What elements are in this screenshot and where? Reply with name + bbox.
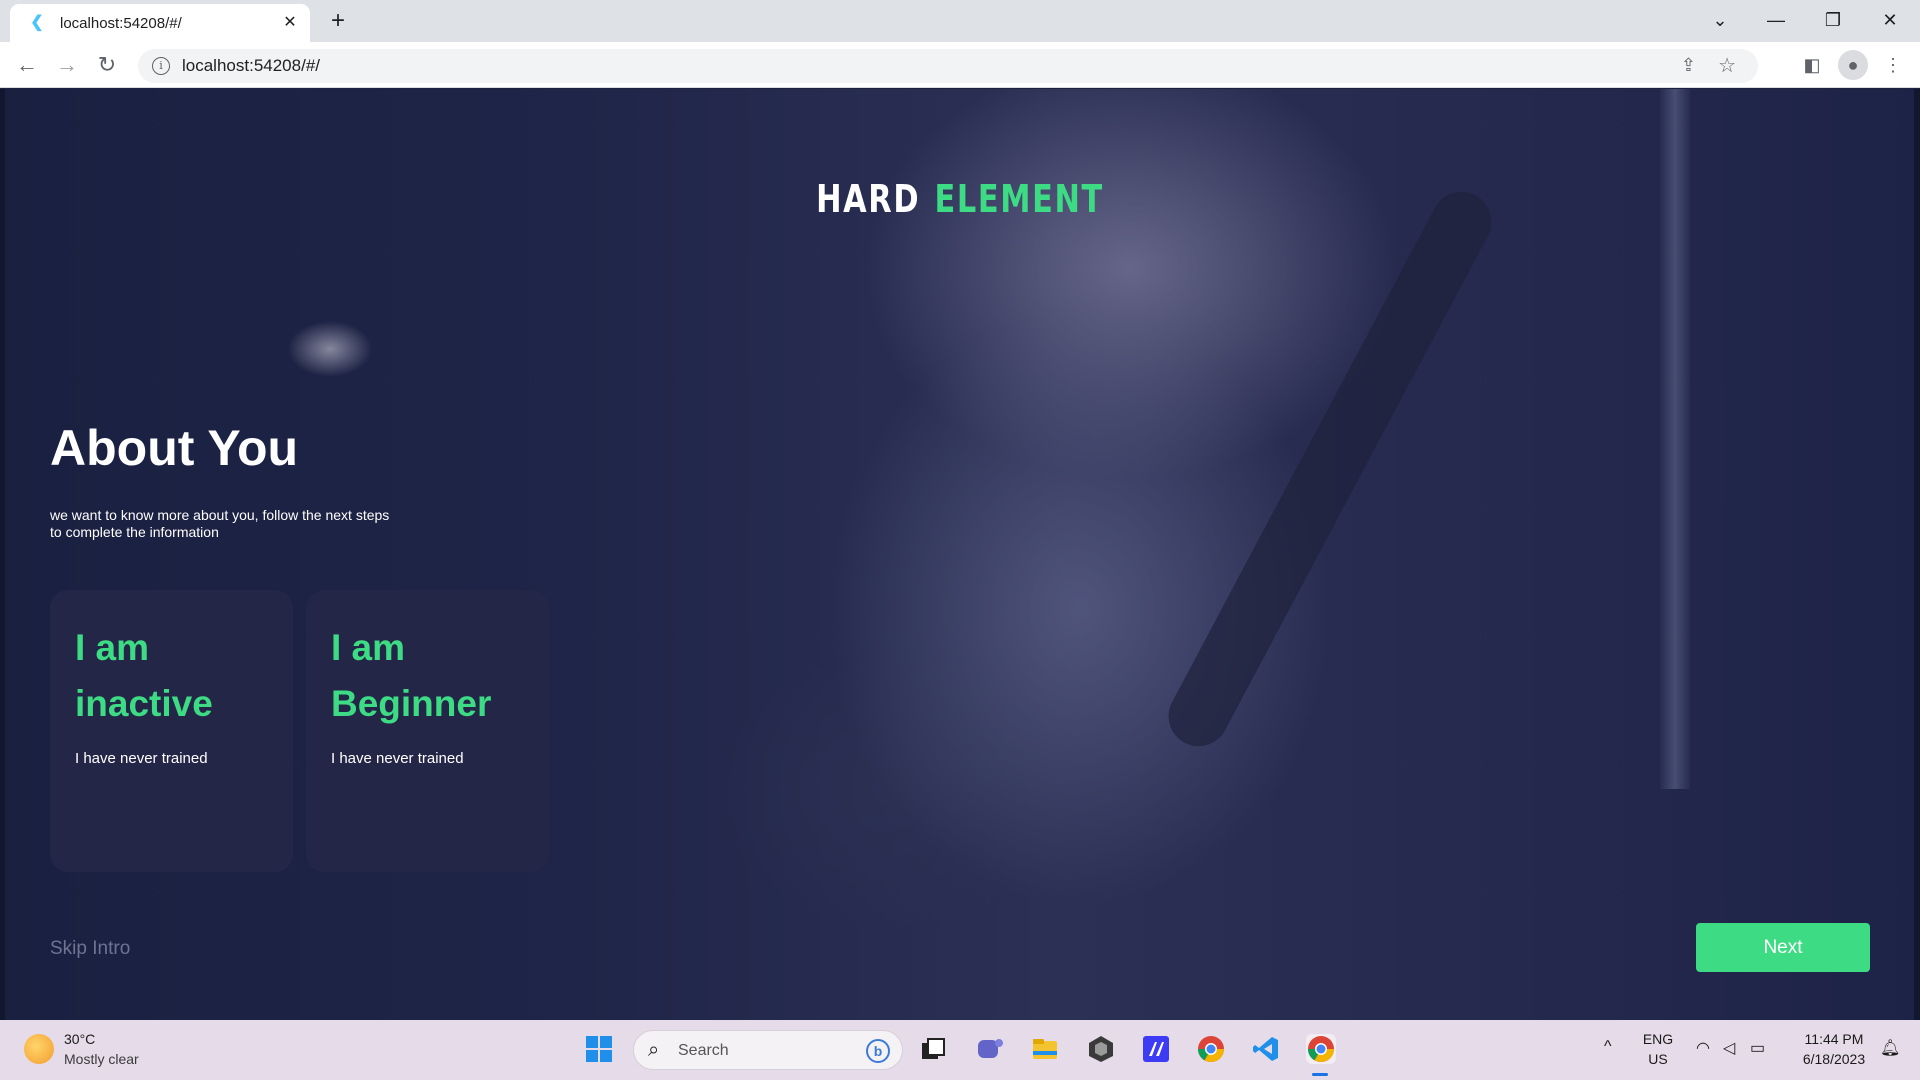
file-explorer-icon[interactable] (1030, 1034, 1060, 1064)
active-app-indicator (1312, 1073, 1328, 1076)
windows-start-icon[interactable] (584, 1034, 614, 1064)
option-card-description: I have never trained (75, 750, 208, 767)
share-icon[interactable]: ⇪ (1681, 55, 1696, 76)
search-icon: ⌕ (648, 1039, 660, 1061)
restore-button[interactable]: ❐ (1813, 6, 1853, 34)
viewport-edge (0, 89, 5, 1020)
address-url[interactable]: localhost:54208/#/ (182, 56, 320, 76)
battery-icon[interactable]: ▭ (1750, 1038, 1765, 1058)
brand-logo: HARD ELEMENT (192, 177, 1728, 221)
close-window-button[interactable]: ✕ (1870, 6, 1910, 34)
clock-time[interactable]: 11:44 PM (1790, 1031, 1878, 1047)
browser-menu-icon[interactable]: ⋮ (1878, 50, 1908, 80)
skip-intro-link[interactable]: Skip Intro (50, 938, 130, 960)
volume-icon[interactable]: ◁ (1723, 1038, 1735, 1058)
option-card-title: I am inactive (75, 627, 213, 724)
os-taskbar: 30°C Mostly clear ⌕ Search b ^ ENG US ◠ … (0, 1020, 1920, 1080)
bookmark-star-icon[interactable]: ☆ (1718, 53, 1736, 78)
page-subtitle: we want to know more about you, follow t… (50, 507, 390, 540)
back-button[interactable]: ← (12, 50, 42, 80)
profile-avatar-icon[interactable]: ● (1838, 50, 1868, 80)
minimize-button[interactable]: — (1756, 6, 1796, 34)
task-view-icon[interactable] (918, 1034, 948, 1064)
weather-condition[interactable]: Mostly clear (64, 1051, 139, 1067)
language-indicator-top[interactable]: ENG (1640, 1031, 1676, 1047)
tab-title: localhost:54208/#/ (60, 14, 182, 32)
page-title: About You (50, 420, 299, 476)
bing-icon[interactable]: b (866, 1039, 890, 1063)
weather-moon-icon[interactable] (24, 1034, 54, 1064)
clock-date[interactable]: 6/18/2023 (1790, 1051, 1878, 1067)
next-button[interactable]: Next (1696, 923, 1870, 972)
tab-close-icon[interactable]: ✕ (280, 13, 300, 33)
taskbar-search-placeholder: Search (678, 1042, 729, 1059)
new-tab-button[interactable]: + (325, 8, 351, 34)
forward-button[interactable]: → (52, 50, 82, 80)
notification-bell-icon[interactable]: 🔔︎ (1880, 1038, 1900, 1058)
language-indicator-bottom[interactable]: US (1640, 1051, 1676, 1067)
brand-word-element: ELEMENT (934, 177, 1104, 221)
taskbar-search-box[interactable]: ⌕ Search b (633, 1030, 903, 1070)
address-bar[interactable]: i localhost:54208/#/ ⇪ ☆ (138, 49, 1758, 83)
unity-app-icon[interactable] (1086, 1034, 1116, 1064)
option-card-beginner[interactable]: I am Beginner I have never trained (306, 590, 549, 872)
viewport-edge (1914, 89, 1920, 1020)
chrome-icon[interactable] (1196, 1034, 1226, 1064)
reload-button[interactable]: ↻ (92, 50, 122, 80)
visual-studio-icon[interactable] (1141, 1034, 1171, 1064)
site-info-icon[interactable]: i (152, 57, 170, 75)
option-card-description: I have never trained (331, 750, 464, 767)
option-card-title: I am Beginner (331, 627, 492, 724)
vscode-icon[interactable] (1251, 1034, 1281, 1064)
tray-chevron-icon[interactable]: ^ (1604, 1038, 1612, 1056)
browser-toolbar: ← → ↻ i localhost:54208/#/ ⇪ ☆ ◧ ● ⋮ (0, 42, 1920, 88)
browser-tab[interactable]: ❮ localhost:54208/#/ ✕ (10, 4, 310, 42)
tab-search-dropdown-icon[interactable]: ⌄ (1700, 6, 1740, 34)
background-strap-shape (1157, 181, 1503, 757)
wifi-icon[interactable]: ◠ (1696, 1038, 1710, 1058)
brand-word-hard: HARD (816, 177, 921, 221)
flutter-favicon-icon: ❮ (30, 14, 44, 31)
side-panel-icon[interactable]: ◧ (1797, 50, 1827, 80)
chrome-active-icon[interactable] (1306, 1034, 1336, 1064)
browser-tab-bar: ❮ localhost:54208/#/ ✕ + ⌄ — ❐ ✕ (0, 0, 1920, 42)
app-viewport: HARD ELEMENT About You we want to know mo… (0, 89, 1920, 1020)
option-card-inactive[interactable]: I am inactive I have never trained (50, 590, 293, 872)
teams-chat-icon[interactable] (975, 1034, 1005, 1064)
weather-temperature[interactable]: 30°C (64, 1031, 95, 1047)
